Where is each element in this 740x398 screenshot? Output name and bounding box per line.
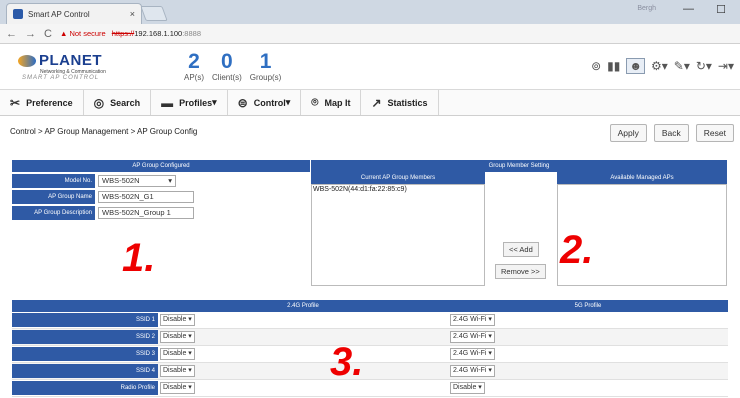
radio-profile-5g-select[interactable]: Disable ▾ bbox=[450, 382, 485, 394]
tools-icon: ✂ bbox=[10, 95, 21, 110]
ssid1-5g-select[interactable]: 2.4G Wi-Fi ▾ bbox=[450, 314, 495, 326]
profile-24g-header: 2.4G Profile bbox=[158, 300, 448, 312]
url-host: 192.168.1.100 bbox=[134, 29, 183, 38]
dashboard-icon[interactable]: ⊚ bbox=[591, 59, 601, 73]
menu-preference[interactable]: ✂ Preference bbox=[0, 90, 84, 115]
trend-icon: ↗ bbox=[371, 95, 382, 110]
add-button[interactable]: << Add bbox=[503, 242, 539, 257]
minimize-button[interactable]: — bbox=[683, 3, 694, 15]
back-button[interactable]: ← bbox=[6, 28, 17, 40]
gear-icon[interactable]: ⚙▾ bbox=[651, 59, 668, 73]
apply-button[interactable]: Apply bbox=[609, 124, 647, 142]
menu-map-it[interactable]: ⌾ Map It bbox=[301, 90, 362, 115]
current-members-header: Current AP Group Members bbox=[311, 172, 485, 184]
group-count[interactable]: 1 Group(s) bbox=[250, 51, 282, 83]
member-setting-panel: Group Member Setting Current AP Group Me… bbox=[311, 160, 727, 286]
reload-button[interactable]: C bbox=[44, 28, 52, 40]
ssid3-5g-select[interactable]: 2.4G Wi-Fi ▾ bbox=[450, 348, 495, 360]
tab-title: Smart AP Control bbox=[28, 9, 90, 19]
address-bar: ← → C ▲ Not secure https:// 192.168.1.10… bbox=[0, 24, 740, 44]
ssid2-5g-select[interactable]: 2.4G Wi-Fi ▾ bbox=[450, 331, 495, 343]
radio-profile-24g-select[interactable]: Disable ▾ bbox=[160, 382, 195, 394]
group-desc-label: AP Group Description bbox=[12, 206, 95, 220]
url-field[interactable]: ▲ Not secure https:// 192.168.1.100 :888… bbox=[60, 29, 201, 38]
app-header: PLANET Networking & Communication SMART … bbox=[0, 44, 740, 90]
table-row: SSID 1 Disable ▾ 2.4G Wi-Fi ▾ bbox=[12, 312, 728, 329]
logo-name: PLANET bbox=[39, 52, 102, 69]
menu-profiles[interactable]: ▬ Profiles ▾ bbox=[151, 90, 228, 115]
table-row: SSID 4 Disable ▾ 2.4G Wi-Fi ▾ bbox=[12, 363, 728, 380]
maximize-button[interactable]: ☐ bbox=[716, 3, 726, 16]
model-select[interactable]: WBS-502N ▾ bbox=[98, 175, 176, 187]
url-port: :8888 bbox=[182, 29, 201, 38]
ssid2-24g-select[interactable]: Disable ▾ bbox=[160, 331, 195, 343]
group-name-input[interactable]: WBS-502N_G1 bbox=[98, 191, 194, 203]
search-icon: ◎ bbox=[93, 95, 105, 110]
planet-logo[interactable]: PLANET Networking & Communication SMART … bbox=[0, 52, 120, 81]
breadcrumb-row: Control > AP Group Management > AP Group… bbox=[0, 116, 740, 146]
current-members-list[interactable]: WBS-502N(44:d1:fa:22:85:c9) bbox=[311, 184, 485, 286]
browser-tab[interactable]: Smart AP Control × bbox=[6, 3, 142, 24]
member-setting-header: Group Member Setting bbox=[311, 160, 727, 172]
profiles-table: 2.4G Profile 5G Profile SSID 1 Disable ▾… bbox=[12, 300, 728, 397]
group-config-panel: AP Group Configured Model No. WBS-502N ▾… bbox=[12, 160, 310, 220]
security-warning[interactable]: ▲ Not secure bbox=[60, 29, 106, 38]
ap-count[interactable]: 2 AP(s) bbox=[184, 51, 204, 83]
annotation-step-1: 1. bbox=[122, 236, 156, 280]
annotation-step-3: 3. bbox=[330, 340, 364, 384]
ssid4-5g-select[interactable]: 2.4G Wi-Fi ▾ bbox=[450, 365, 495, 377]
tab-close-icon[interactable]: × bbox=[130, 9, 135, 19]
status-counts: 2 AP(s) 0 Client(s) 1 Group(s) bbox=[184, 51, 289, 83]
annotation-step-2: 2. bbox=[560, 228, 594, 272]
group-name-label: AP Group Name bbox=[12, 190, 95, 204]
ssid4-24g-select[interactable]: Disable ▾ bbox=[160, 365, 195, 377]
ssid3-24g-select[interactable]: Disable ▾ bbox=[160, 348, 195, 360]
forward-button[interactable]: → bbox=[25, 28, 36, 40]
table-row: Radio Profile Disable ▾ Disable ▾ bbox=[12, 380, 728, 397]
menu-search[interactable]: ◎ Search bbox=[84, 90, 152, 115]
remove-button[interactable]: Remove >> bbox=[495, 264, 546, 279]
chevron-down-icon: ▾ bbox=[168, 176, 172, 185]
router-icon: ⊜ bbox=[237, 95, 248, 110]
client-count[interactable]: 0 Client(s) bbox=[212, 51, 242, 83]
list-item[interactable]: WBS-502N(44:d1:fa:22:85:c9) bbox=[313, 186, 483, 193]
new-tab-button[interactable] bbox=[140, 6, 168, 21]
menu-control[interactable]: ⊜ Control ▾ bbox=[228, 90, 302, 115]
folder-icon: ▬ bbox=[161, 95, 174, 110]
chevron-down-icon: ▾ bbox=[285, 97, 291, 107]
refresh-icon[interactable]: ↻▾ bbox=[696, 59, 712, 73]
chart-icon[interactable]: ▮▮ bbox=[607, 59, 620, 73]
group-desc-input[interactable]: WBS-502N_Group 1 bbox=[98, 207, 194, 219]
url-scheme: https:// bbox=[111, 29, 135, 38]
user-icon[interactable]: ☻ bbox=[626, 58, 645, 74]
window-user-label: Bergh bbox=[637, 5, 656, 12]
logout-icon[interactable]: ⇥▾ bbox=[718, 59, 734, 73]
available-aps-header: Available Managed APs bbox=[557, 172, 727, 184]
table-row: SSID 3 Disable ▾ 2.4G Wi-Fi ▾ bbox=[12, 346, 728, 363]
logo-globe-icon bbox=[18, 54, 36, 67]
main-menu: ✂ Preference ◎ Search ▬ Profiles ▾ ⊜ Con… bbox=[0, 90, 740, 116]
model-label: Model No. bbox=[12, 174, 95, 188]
breadcrumb: Control > AP Group Management > AP Group… bbox=[10, 126, 198, 136]
menu-statistics[interactable]: ↗ Statistics bbox=[361, 90, 439, 115]
header-toolbar: ⊚ ▮▮ ☻ ⚙▾ ✎▾ ↻▾ ⇥▾ bbox=[591, 58, 734, 74]
browser-tabbar: Smart AP Control × Bergh — ☐ bbox=[0, 0, 740, 24]
profile-5g-header: 5G Profile bbox=[448, 300, 728, 312]
reset-button[interactable]: Reset bbox=[695, 124, 734, 142]
favicon-icon bbox=[13, 9, 23, 19]
ssid1-24g-select[interactable]: Disable ▾ bbox=[160, 314, 195, 326]
group-config-header: AP Group Configured bbox=[12, 160, 310, 172]
back-button-page[interactable]: Back bbox=[653, 124, 689, 142]
chevron-down-icon: ▾ bbox=[212, 97, 217, 107]
map-pin-icon: ⌾ bbox=[311, 95, 319, 109]
wrench-icon[interactable]: ✎▾ bbox=[674, 59, 690, 73]
table-row: SSID 2 Disable ▾ 2.4G Wi-Fi ▾ bbox=[12, 329, 728, 346]
logo-subtitle: SMART AP CONTROL bbox=[22, 75, 100, 81]
